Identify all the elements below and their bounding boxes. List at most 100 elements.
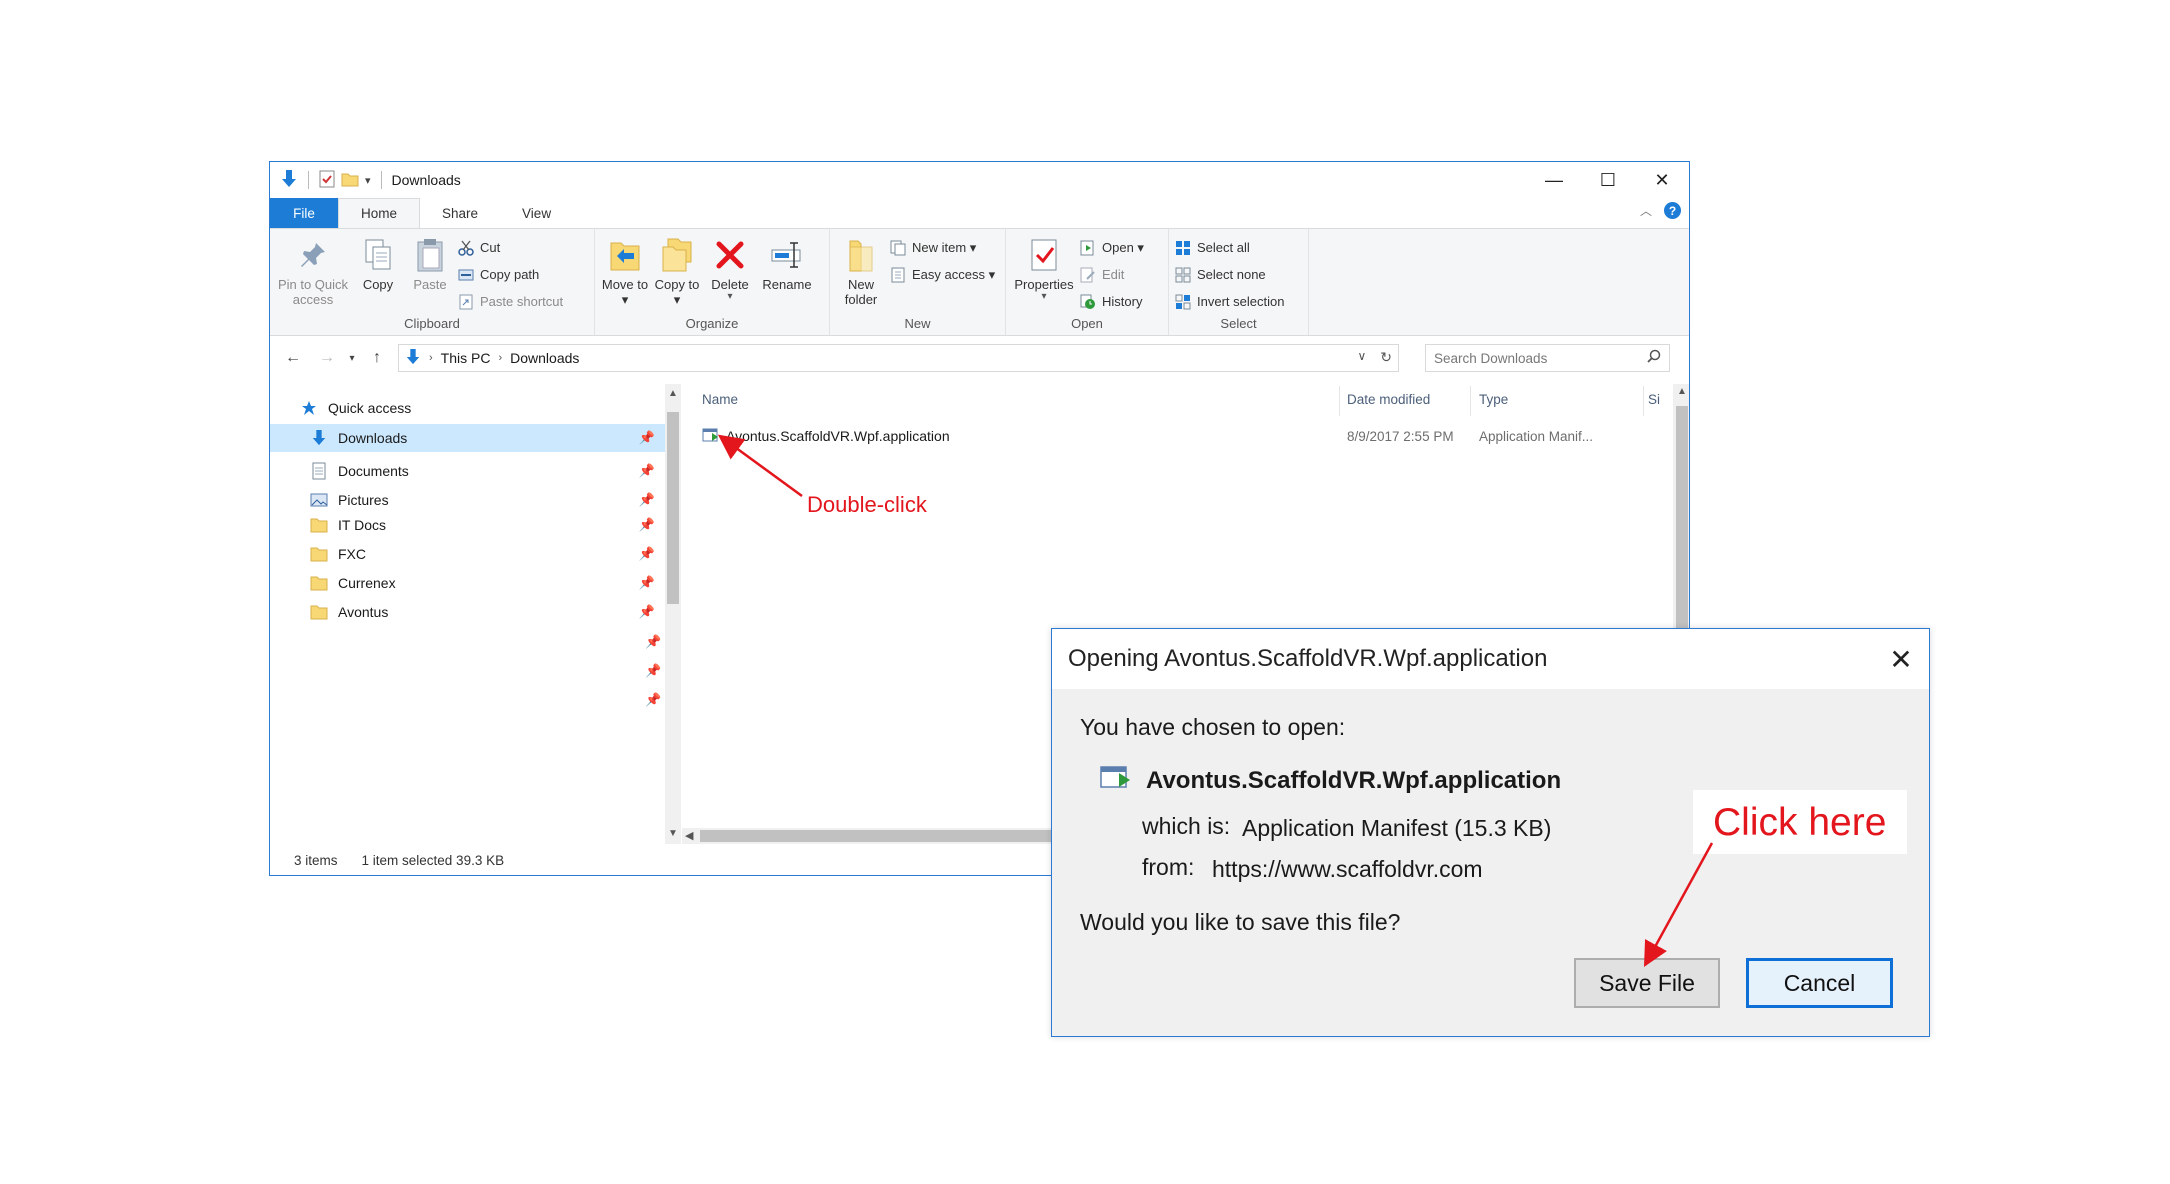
file-name: Avontus.ScaffoldVR.Wpf.application (726, 428, 950, 444)
tab-file[interactable]: File (270, 198, 338, 228)
breadcrumb-separator-icon[interactable]: › (429, 352, 433, 364)
select-all-icon (1175, 240, 1191, 256)
nav-item-fxc[interactable]: FXC 📌 (270, 540, 665, 568)
address-bar[interactable]: › This PC › Downloads ∨ ↻ (398, 344, 1399, 372)
select-all-button[interactable]: Select all (1175, 237, 1284, 258)
pin-icon[interactable]: 📌 (639, 575, 655, 591)
nav-item-documents[interactable]: Documents 📌 (270, 457, 665, 485)
forward-arrow-icon[interactable]: → (310, 349, 344, 367)
title-bar: ▾ Downloads — ☐ ✕ (270, 162, 1689, 198)
nav-item-it-docs[interactable]: IT Docs 📌 (270, 511, 665, 539)
pin-icon[interactable]: 📌 (639, 517, 655, 533)
save-file-button[interactable]: Save File (1574, 958, 1720, 1008)
column-header-date-modified[interactable]: Date modified (1347, 392, 1430, 407)
address-dropdown-icon[interactable]: ∨ (1357, 349, 1366, 366)
help-icon[interactable]: ? (1664, 202, 1681, 219)
breadcrumb-downloads[interactable]: Downloads (510, 350, 579, 366)
delete-x-icon (712, 235, 748, 275)
history-button[interactable]: History (1080, 291, 1144, 312)
new-item-button[interactable]: New item ▾ (890, 237, 995, 258)
select-none-button[interactable]: Select none (1175, 264, 1284, 285)
download-location-icon (405, 348, 421, 369)
table-row[interactable]: Avontus.ScaffoldVR.Wpf.application 8/9/2… (682, 422, 1664, 450)
scroll-up-icon[interactable]: ▲ (1673, 386, 1689, 397)
download-arrow-icon (280, 169, 298, 192)
paste-shortcut-icon (458, 294, 474, 310)
nav-item-currenex[interactable]: Currenex 📌 (270, 569, 665, 597)
new-folder-icon (843, 235, 879, 275)
window-title: Downloads (391, 172, 461, 188)
cut-button[interactable]: Cut (458, 237, 563, 258)
dialog-close-button[interactable]: ✕ (1885, 643, 1917, 675)
invert-selection-button[interactable]: Invert selection (1175, 291, 1284, 312)
open-button[interactable]: Open ▾ (1080, 237, 1144, 258)
nav-scroll-thumb[interactable] (667, 412, 679, 604)
dialog-file-name: Avontus.ScaffoldVR.Wpf.application (1146, 766, 1562, 794)
nav-item-pictures[interactable]: Pictures 📌 (270, 486, 665, 514)
nav-quick-access[interactable]: Quick access (270, 394, 665, 422)
up-arrow-icon[interactable]: ↑ (360, 349, 394, 367)
scroll-down-icon[interactable]: ▼ (665, 828, 681, 839)
collapse-ribbon-icon[interactable]: ︿ (1640, 202, 1652, 219)
breadcrumb-this-pc[interactable]: This PC (441, 350, 491, 366)
cancel-button[interactable]: Cancel (1746, 958, 1893, 1008)
click-here-annotation: Click here (1713, 801, 1887, 844)
download-arrow-icon (310, 429, 328, 447)
pictures-icon (310, 491, 328, 509)
back-arrow-icon[interactable]: ← (276, 349, 310, 367)
maximize-button[interactable]: ☐ (1581, 162, 1635, 198)
new-folder-quick-icon[interactable] (341, 171, 359, 190)
pin-icon[interactable]: 📌 (639, 604, 655, 620)
pin-icon[interactable]: 📌 (645, 634, 661, 650)
open-group: Properties ▾ Open ▾ Edit History Open (1006, 229, 1169, 335)
file-name-cell: Avontus.ScaffoldVR.Wpf.application (702, 427, 950, 446)
folder-icon (310, 545, 328, 563)
from-label: from: (1142, 854, 1195, 880)
properties-check-icon[interactable] (319, 170, 335, 191)
properties-icon (1026, 235, 1062, 275)
nav-item-downloads[interactable]: Downloads 📌 (270, 424, 665, 452)
refresh-icon[interactable]: ↻ (1380, 349, 1392, 366)
ribbon: Pin to Quick access Copy Paste Cut Copy … (270, 228, 1689, 336)
selection-info: 1 item selected 39.3 KB (361, 852, 505, 868)
new-item-icon (890, 240, 906, 256)
copy-path-button[interactable]: Copy path (458, 264, 563, 285)
pin-icon[interactable]: 📌 (645, 663, 661, 679)
double-click-annotation: Double-click (807, 492, 927, 517)
customize-toolbar-icon[interactable]: ▾ (365, 174, 371, 187)
search-input[interactable]: Search Downloads (1425, 344, 1670, 372)
pin-icon[interactable]: 📌 (639, 430, 655, 446)
tab-home[interactable]: Home (338, 198, 421, 228)
breadcrumb-separator-icon[interactable]: › (498, 352, 502, 364)
copy-icon (360, 235, 396, 275)
paste-shortcut-button[interactable]: Paste shortcut (458, 291, 563, 312)
edit-button[interactable]: Edit (1080, 264, 1144, 285)
pin-icon[interactable]: 📌 (639, 546, 655, 562)
column-header-name[interactable]: Name (702, 392, 738, 407)
organize-group-label: Organize (685, 316, 739, 331)
folder-icon (310, 603, 328, 621)
window-controls: — ☐ ✕ (1527, 162, 1689, 198)
invert-selection-icon (1175, 294, 1191, 310)
item-count: 3 items (294, 852, 338, 868)
recent-locations-icon[interactable]: ▾ (344, 353, 360, 364)
star-icon (300, 399, 318, 417)
tab-view[interactable]: View (500, 198, 573, 228)
close-button[interactable]: ✕ (1635, 162, 1689, 198)
column-header-type[interactable]: Type (1479, 392, 1508, 407)
nav-item-avontus[interactable]: Avontus 📌 (270, 598, 665, 626)
nav-scrollbar[interactable]: ▲ ▼ (665, 384, 681, 844)
scroll-left-icon[interactable]: ◀ (685, 829, 693, 842)
scroll-up-icon[interactable]: ▲ (665, 388, 681, 399)
easy-access-button[interactable]: Easy access ▾ (890, 264, 995, 285)
column-header-size[interactable]: Si (1648, 392, 1660, 407)
which-is-label: which is: (1142, 813, 1231, 839)
open-icon (1080, 240, 1096, 256)
pin-icon[interactable]: 📌 (639, 463, 655, 479)
select-none-icon (1175, 267, 1191, 283)
pin-icon[interactable]: 📌 (639, 492, 655, 508)
tab-share[interactable]: Share (420, 198, 500, 228)
minimize-button[interactable]: — (1527, 162, 1581, 198)
history-icon (1080, 294, 1096, 310)
pin-icon[interactable]: 📌 (645, 692, 661, 708)
